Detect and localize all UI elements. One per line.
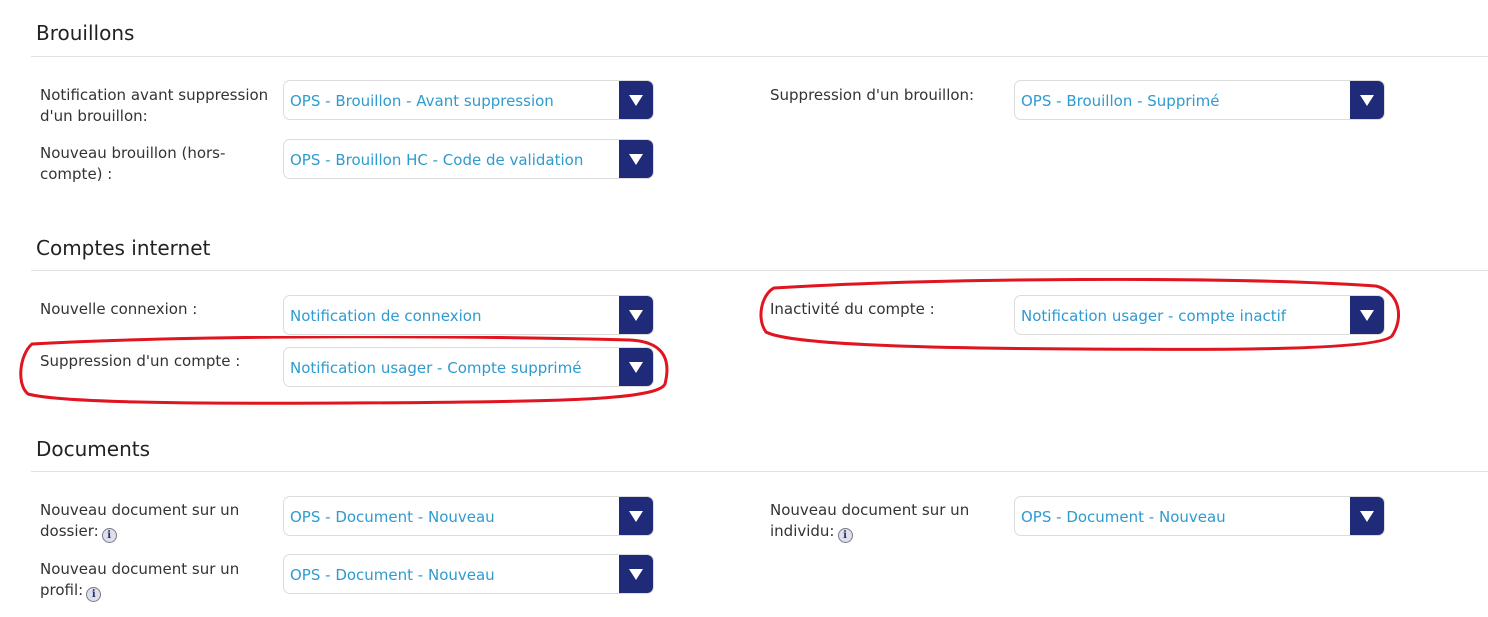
select-value: OPS - Document - Nouveau — [290, 566, 495, 584]
field-label: Nouveau brouillon (hors-compte) : — [40, 143, 240, 185]
label-text: Nouveau document sur un individu: — [770, 501, 970, 540]
field-label: Suppression d'un compte : — [40, 351, 272, 372]
field-label: Nouveau document sur un individu: i — [770, 500, 985, 543]
info-icon[interactable]: i — [101, 528, 117, 543]
notification-avant-suppression-brouillon-select[interactable]: OPS - Brouillon - Avant suppression — [283, 80, 654, 120]
label-text: Inactivité du compte : — [770, 300, 935, 318]
label-text: Nouveau document sur un dossier: — [40, 501, 240, 540]
select-value: OPS - Brouillon - Supprimé — [1021, 92, 1220, 110]
select-value: Notification de connexion — [290, 307, 482, 325]
label-text: Nouvelle connexion : — [40, 300, 198, 318]
select-value: Notification usager - Compte supprimé — [290, 359, 582, 377]
field-label: Nouveau document sur un dossier: i — [40, 500, 255, 543]
label-text: Suppression d'un brouillon: — [770, 86, 975, 104]
dropdown-arrow-icon[interactable] — [619, 140, 653, 178]
section-title: Documents — [36, 437, 151, 461]
dropdown-arrow-icon[interactable] — [1350, 81, 1384, 119]
label-text: Notification avant suppression d'un brou… — [40, 86, 269, 125]
inactivite-compte-select[interactable]: Notification usager - compte inactif — [1014, 295, 1385, 335]
select-value: OPS - Document - Nouveau — [1021, 508, 1226, 526]
section-title: Comptes internet — [36, 236, 211, 260]
info-icon[interactable]: i — [86, 587, 102, 602]
nouveau-brouillon-hors-compte-select[interactable]: OPS - Brouillon HC - Code de validation — [283, 139, 654, 179]
label-text: Nouveau document sur un profil: — [40, 560, 240, 599]
label-text: Suppression d'un compte : — [40, 352, 241, 370]
field-label: Nouvelle connexion : — [40, 299, 272, 320]
select-value: OPS - Document - Nouveau — [290, 508, 495, 526]
dropdown-arrow-icon[interactable] — [619, 348, 653, 386]
suppression-brouillon-select[interactable]: OPS - Brouillon - Supprimé — [1014, 80, 1385, 120]
dropdown-arrow-icon[interactable] — [619, 555, 653, 593]
nouveau-document-individu-select[interactable]: OPS - Document - Nouveau — [1014, 496, 1385, 536]
field-label: Nouveau document sur un profil: i — [40, 559, 255, 602]
nouvelle-connexion-select[interactable]: Notification de connexion — [283, 295, 654, 335]
field-label: Inactivité du compte : — [770, 299, 1002, 320]
dropdown-arrow-icon[interactable] — [619, 497, 653, 535]
section-divider — [31, 270, 1488, 271]
suppression-compte-select[interactable]: Notification usager - Compte supprimé — [283, 347, 654, 387]
nouveau-document-profil-select[interactable]: OPS - Document - Nouveau — [283, 554, 654, 594]
section-divider — [31, 471, 1488, 472]
info-icon[interactable]: i — [837, 528, 853, 543]
dropdown-arrow-icon[interactable] — [1350, 497, 1384, 535]
section-title: Brouillons — [36, 21, 135, 45]
nouveau-document-dossier-select[interactable]: OPS - Document - Nouveau — [283, 496, 654, 536]
field-label: Notification avant suppression d'un brou… — [40, 85, 272, 127]
dropdown-arrow-icon[interactable] — [619, 81, 653, 119]
dropdown-arrow-icon[interactable] — [1350, 296, 1384, 334]
section-divider — [31, 56, 1488, 57]
field-label: Suppression d'un brouillon: — [770, 85, 1002, 106]
dropdown-arrow-icon[interactable] — [619, 296, 653, 334]
select-value: OPS - Brouillon - Avant suppression — [290, 92, 554, 110]
select-value: Notification usager - compte inactif — [1021, 307, 1287, 325]
select-value: OPS - Brouillon HC - Code de validation — [290, 151, 584, 169]
label-text: Nouveau brouillon (hors-compte) : — [40, 144, 226, 183]
